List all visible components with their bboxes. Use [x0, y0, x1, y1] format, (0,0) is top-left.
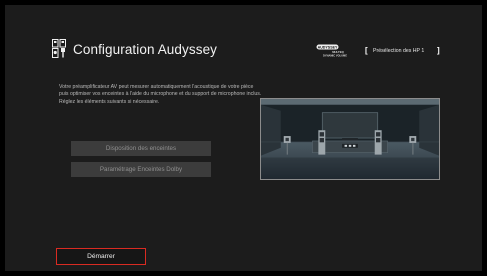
bracket-right: ] [437, 46, 440, 55]
bracket-left: [ [365, 46, 368, 55]
logo-sub-text-1: MULTEQ [332, 50, 344, 54]
speaker-settings-icon [52, 39, 66, 58]
logo-sub-text-2: DYNAMIC VOLUME [323, 54, 347, 58]
description-text: Votre préamplificateur AV peut mesurer a… [59, 84, 262, 105]
start-button[interactable]: Démarrer [56, 248, 146, 265]
speaker-room-illustration [260, 98, 440, 180]
menu-item-speaker-layout[interactable]: Disposition des enceintes [71, 141, 211, 156]
menu-item-dolby-speaker-setup[interactable]: Paramétrage Enceintes Dolby [71, 162, 211, 177]
preset-label: Présélection des HP 1 [373, 48, 425, 54]
audyssey-logo: AUDYSSEY MULTEQ DYNAMIC VOLUME [316, 44, 347, 58]
page-title: Configuration Audyssey [73, 42, 218, 57]
logo-brand-text: AUDYSSEY [318, 45, 338, 49]
